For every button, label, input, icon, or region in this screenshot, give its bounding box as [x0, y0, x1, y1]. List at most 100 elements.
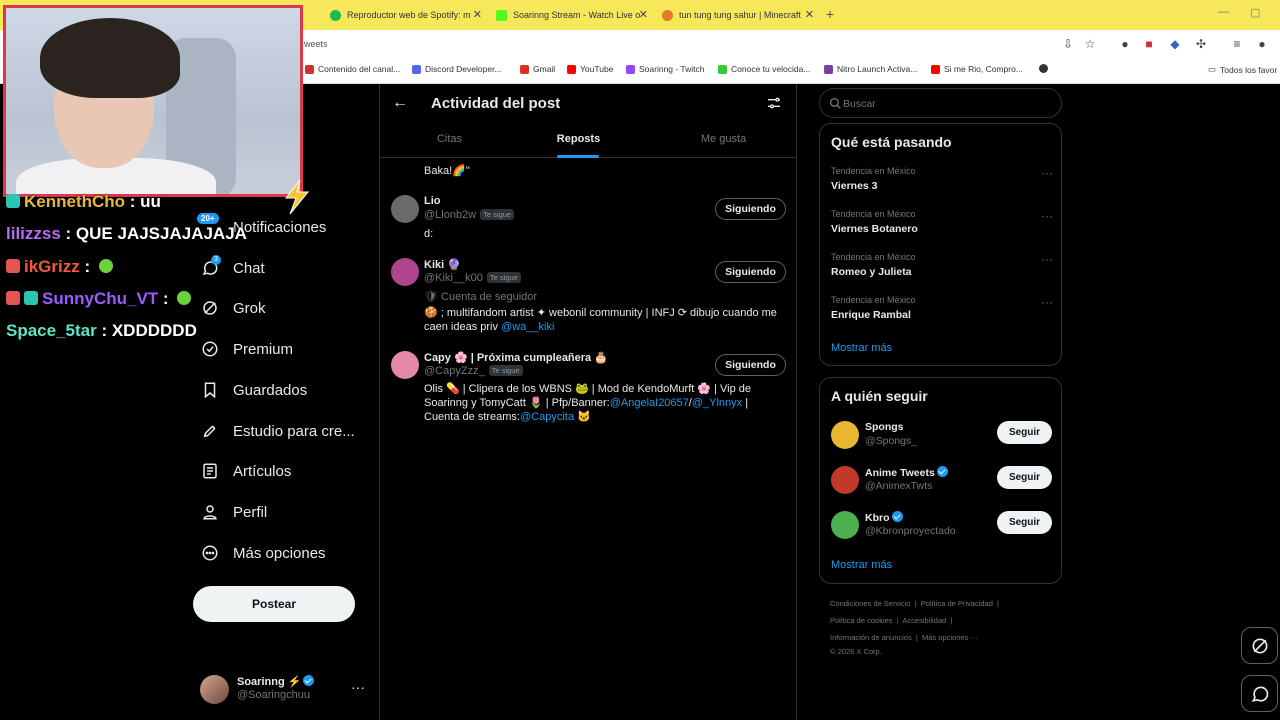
bookmark-item[interactable]: Nitro Launch Activa...: [824, 64, 917, 74]
following-button[interactable]: Siguiendo: [715, 198, 786, 220]
mention-link[interactable]: @AngelaI20657: [610, 397, 689, 409]
tab-quotes[interactable]: Citas: [380, 133, 519, 145]
more-dots-icon[interactable]: ···: [1041, 252, 1053, 266]
chat-message: Space_5tar : XDDDDDD: [6, 321, 197, 341]
trend-item[interactable]: Tendencia en México Viernes Botanero ···: [831, 209, 1053, 235]
bookmark-item[interactable]: Soarinng - Twitch: [626, 64, 705, 74]
trend-item[interactable]: Tendencia en México Viernes 3 ···: [831, 166, 1053, 192]
profile-icon[interactable]: ●: [1255, 37, 1269, 51]
follow-button[interactable]: Seguir: [997, 466, 1052, 489]
extension-icon[interactable]: ●: [1118, 37, 1132, 51]
more-dots-icon[interactable]: ···: [1041, 166, 1053, 180]
avatar: [831, 466, 859, 494]
bookmark-icon: [305, 64, 314, 74]
gmail-icon: [520, 64, 529, 74]
filter-icon[interactable]: [766, 95, 782, 111]
more-dots-icon[interactable]: ···: [1041, 295, 1053, 309]
minimize-icon[interactable]: —: [1218, 6, 1229, 18]
footer-link[interactable]: Condiciones de Servicio: [830, 599, 910, 608]
bookmark-item[interactable]: Contenido del canal...: [305, 64, 400, 74]
following-button[interactable]: Siguiendo: [715, 354, 786, 376]
youtube-icon: [567, 64, 576, 74]
bookmark-item[interactable]: Si me Rio, Compro...: [931, 64, 1023, 74]
browser-tab-minecraft[interactable]: tun tung tung sahur | Minecraft ✕: [654, 4, 820, 26]
show-more-link[interactable]: Mostrar más: [831, 559, 892, 571]
suggested-user[interactable]: Kbro @Kbronproyectado Seguir: [831, 509, 1053, 543]
search-input[interactable]: Buscar: [819, 88, 1062, 118]
install-app-icon[interactable]: ⇩: [1061, 37, 1075, 51]
nav-bookmarks[interactable]: Guardados: [200, 380, 307, 400]
chat-username: ikGrizz: [24, 257, 80, 276]
extension-icon[interactable]: ◆: [1168, 37, 1182, 51]
follow-button[interactable]: Seguir: [997, 421, 1052, 444]
tab-reposts[interactable]: Reposts: [509, 133, 648, 145]
post-activity-panel: ← Actividad del post Citas Reposts Me gu…: [379, 84, 797, 720]
back-arrow-icon[interactable]: ←: [392, 94, 408, 112]
bookmark-label: Conoce tu velocida...: [731, 64, 811, 74]
nav-articles[interactable]: Artículos: [200, 461, 291, 481]
footer-link[interactable]: Información de anuncios: [830, 633, 912, 642]
close-tab-icon[interactable]: ✕: [639, 8, 648, 21]
messages-floating-button[interactable]: [1241, 675, 1278, 712]
extensions-puzzle-icon[interactable]: ✣: [1194, 37, 1208, 51]
avatar: [391, 258, 419, 286]
rocket-icon: [200, 421, 220, 441]
kick-icon: [496, 9, 507, 21]
footer-link[interactable]: Política de cookies: [830, 616, 893, 625]
nav-premium[interactable]: Premium: [200, 339, 293, 359]
trend-context: Tendencia en México: [831, 252, 916, 262]
close-tab-icon[interactable]: ✕: [473, 8, 482, 21]
nav-grok[interactable]: Grok: [200, 298, 266, 318]
following-button[interactable]: Siguiendo: [715, 261, 786, 283]
mention-link[interactable]: @_Ylnnyx: [692, 397, 742, 409]
chat-separator: :: [79, 257, 95, 276]
nav-creator-studio[interactable]: Estudio para cre...: [200, 421, 355, 441]
trend-item[interactable]: Tendencia en México Romeo y Julieta ···: [831, 252, 1053, 278]
repost-user[interactable]: Lio @Llonb2w Te sigue Siguiendo d:: [380, 195, 796, 245]
close-tab-icon[interactable]: ✕: [805, 8, 814, 21]
grok-floating-button[interactable]: [1241, 627, 1278, 664]
extension-icon[interactable]: ■: [1142, 37, 1156, 51]
folder-icon: ▭: [1208, 64, 1217, 74]
url-field[interactable]: weets: [300, 35, 1060, 53]
bookmark-label: Discord Developer...: [425, 64, 502, 74]
grok-icon: [200, 298, 220, 318]
footer-link[interactable]: Accesibilidad: [902, 616, 946, 625]
user-handle: @Llonb2w Te sigue: [424, 209, 515, 221]
bookmark-item[interactable]: YouTube: [567, 64, 613, 74]
more-dots-icon[interactable]: ···: [351, 679, 365, 695]
follow-button[interactable]: Seguir: [997, 511, 1052, 534]
suggested-user[interactable]: Anime Tweets @AnimexTwts Seguir: [831, 464, 1053, 498]
repost-user[interactable]: Kiki 🔮 @Kiki__k00 Te sigue Siguiendo 🛡 Cu…: [380, 258, 796, 338]
bookmark-item[interactable]: Discord Developer...: [412, 64, 502, 74]
mention-link[interactable]: @wa__kiki: [501, 321, 554, 333]
new-tab-button[interactable]: +: [826, 6, 834, 22]
footer-link[interactable]: Más opciones ···: [922, 633, 978, 642]
account-name: Soarinng ⚡: [237, 675, 315, 688]
nav-chat[interactable]: Chat: [200, 258, 265, 278]
nav-more[interactable]: Más opciones: [200, 543, 326, 563]
bookmark-item[interactable]: Gmail: [520, 64, 555, 74]
repost-user[interactable]: Capy 🌸 | Próxima cumpleañera 🎂 @CapyZzz_…: [380, 351, 796, 431]
post-button[interactable]: Postear: [193, 586, 355, 622]
trend-item[interactable]: Tendencia en México Enrique Rambal ···: [831, 295, 1053, 321]
globe-bookmark[interactable]: [1039, 64, 1052, 73]
suggested-user[interactable]: Spongs @Spongs_ Seguir: [831, 419, 1053, 453]
mention-link[interactable]: @Capycita: [520, 411, 574, 423]
show-more-link[interactable]: Mostrar más: [831, 342, 892, 354]
all-bookmarks-folder[interactable]: ▭ Todos los favor: [1208, 64, 1277, 75]
more-dots-icon[interactable]: ···: [1041, 209, 1053, 223]
maximize-icon[interactable]: ▢: [1250, 6, 1260, 19]
nav-profile[interactable]: Perfil: [200, 502, 267, 522]
footer-link[interactable]: Política de Privacidad: [921, 599, 993, 608]
media-control-icon[interactable]: ≡: [1230, 37, 1244, 51]
tab-title: Soarinng Stream - Watch Live o: [513, 10, 641, 20]
bookmark-item[interactable]: Conoce tu velocida...: [718, 64, 810, 74]
account-switcher[interactable]: Soarinng ⚡ @Soaringchuu ···: [200, 673, 370, 705]
tab-likes[interactable]: Me gusta: [654, 133, 793, 145]
bookmark-star-icon[interactable]: ☆: [1083, 37, 1097, 51]
browser-tab-spotify[interactable]: Reproductor web de Spotify: m ✕: [322, 4, 488, 26]
chat-separator: :: [96, 321, 112, 340]
user-handle: @Kiki__k00 Te sigue: [424, 272, 521, 284]
browser-tab-kick[interactable]: Soarinng Stream - Watch Live o ✕: [488, 4, 654, 26]
